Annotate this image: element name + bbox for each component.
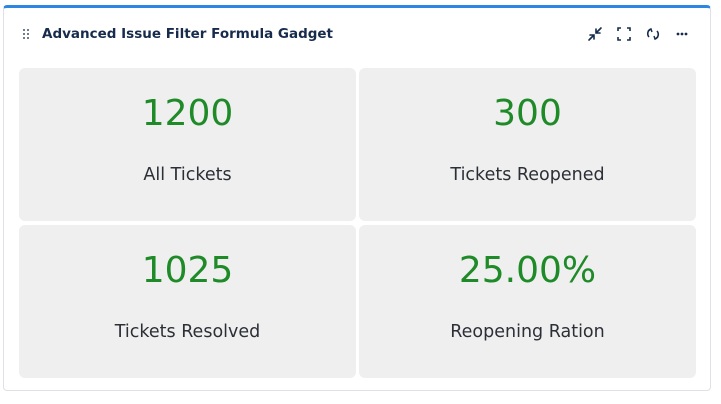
metric-label: Tickets Reopened [450,165,605,185]
minimize-button[interactable] [585,24,605,44]
gadget-title: Advanced Issue Filter Formula Gadget [42,26,334,42]
refresh-button[interactable] [643,24,663,44]
refresh-icon [646,27,660,41]
drag-handle-icon[interactable] [23,29,31,40]
metric-tile-tickets-resolved: 1025 Tickets Resolved [19,225,356,378]
metric-tile-reopening-ration: 25.00% Reopening Ration [359,225,696,378]
fullscreen-button[interactable] [614,24,634,44]
more-button[interactable] [672,24,692,44]
metric-value: 300 [493,93,562,134]
metric-tile-tickets-reopened: 300 Tickets Reopened [359,68,696,221]
metrics-grid: 1200 All Tickets 300 Tickets Reopened 10… [19,68,696,378]
metric-value: 1025 [141,250,234,291]
more-icon [676,32,688,36]
metric-label: All Tickets [143,165,232,185]
metric-label: Reopening Ration [450,322,605,342]
metric-tile-all-tickets: 1200 All Tickets [19,68,356,221]
gadget-panel: Advanced Issue Filter Formula Gadget 120… [3,5,711,391]
gadget-header: Advanced Issue Filter Formula Gadget [4,8,710,60]
metric-value: 25.00% [458,250,597,291]
metric-label: Tickets Resolved [114,322,261,342]
fullscreen-icon [617,27,631,41]
gadget-actions [585,24,692,44]
metric-value: 1200 [141,93,234,134]
minimize-icon [588,27,602,41]
